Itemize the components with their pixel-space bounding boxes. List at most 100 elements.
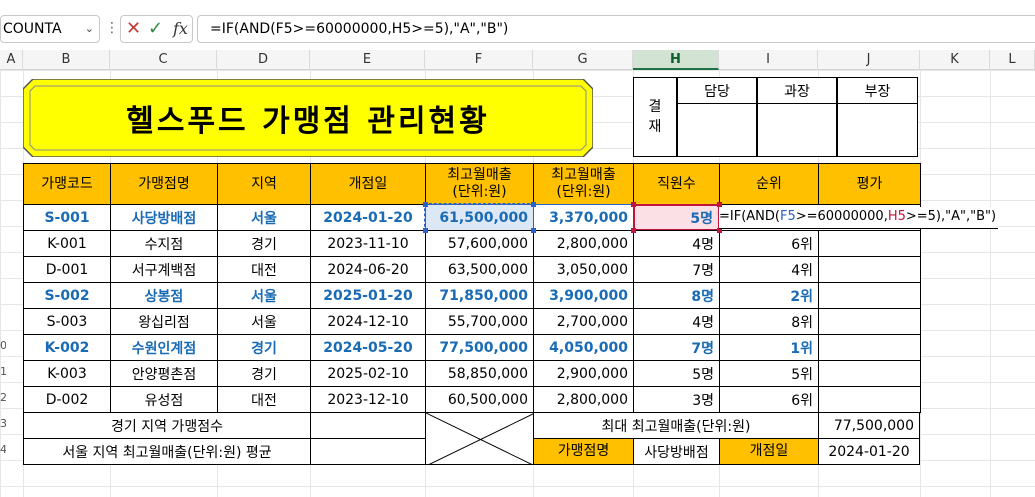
approval-sign-cell[interactable] xyxy=(757,103,837,157)
cell-code[interactable]: S-003 xyxy=(23,308,111,335)
approval-sign-cell[interactable] xyxy=(837,103,918,157)
column-header-j[interactable]: J xyxy=(818,50,920,70)
selection-handle[interactable] xyxy=(531,202,536,207)
selection-handle[interactable] xyxy=(531,228,536,233)
crossed-empty-cell[interactable] xyxy=(425,412,534,465)
cell-max-sales[interactable]: 55,700,000 xyxy=(425,308,534,335)
cell-max-sales[interactable]: 77,500,000 xyxy=(425,334,534,361)
cell-max-sales[interactable]: 63,500,000 xyxy=(425,256,534,283)
column-header-b[interactable]: B xyxy=(23,50,110,70)
row-number[interactable]: 0 xyxy=(0,339,6,352)
column-header-g[interactable]: G xyxy=(533,50,633,70)
cell-rank[interactable]: 6위 xyxy=(719,386,819,413)
cell-sales2[interactable]: 3,900,000 xyxy=(533,282,634,309)
cancel-icon[interactable]: ✕ xyxy=(126,18,141,40)
cell-grade[interactable] xyxy=(818,334,921,361)
cell-grade[interactable] xyxy=(818,308,921,335)
column-header-i[interactable]: I xyxy=(719,50,818,70)
cell-sales2[interactable]: 2,900,000 xyxy=(533,360,634,387)
cell-region[interactable]: 대전 xyxy=(217,256,311,283)
row-number[interactable]: 4 xyxy=(0,443,6,456)
cell-name[interactable]: 안양평촌점 xyxy=(110,360,218,387)
table-header-name[interactable]: 가맹점명 xyxy=(110,163,218,205)
column-header-c[interactable]: C xyxy=(110,50,217,70)
cell-max-sales[interactable]: 58,850,000 xyxy=(425,360,534,387)
cell-max-sales[interactable]: 60,500,000 xyxy=(425,386,534,413)
cell-code[interactable]: K-001 xyxy=(23,230,111,257)
cell-grade[interactable] xyxy=(818,256,921,283)
row-number[interactable]: 3 xyxy=(0,417,6,430)
cell-rank[interactable]: 6위 xyxy=(719,230,819,257)
chevron-down-icon[interactable]: ⌄ xyxy=(85,16,94,42)
cell-name[interactable]: 왕십리점 xyxy=(110,308,218,335)
cell-staff[interactable]: 4명 xyxy=(633,308,720,335)
cell-rank[interactable]: 5위 xyxy=(719,360,819,387)
cell-open[interactable]: 2023-11-10 xyxy=(310,230,426,257)
cell-code[interactable]: K-002 xyxy=(23,334,111,361)
table-header-rank[interactable]: 순위 xyxy=(719,163,819,205)
table-header-open-date[interactable]: 개점일 xyxy=(310,163,426,205)
cell-open[interactable]: 2025-01-20 xyxy=(310,282,426,309)
cell-rank[interactable]: 1위 xyxy=(719,334,819,361)
cell-region[interactable]: 서울 xyxy=(217,282,311,309)
name-box[interactable]: COUNTA ⌄ xyxy=(0,15,100,43)
column-header-k[interactable]: K xyxy=(920,50,990,70)
formula-input[interactable]: =IF(AND(F5>=60000000,H5>=5),"A","B") xyxy=(197,15,1035,43)
more-options-icon[interactable]: ⋮ xyxy=(105,15,119,43)
cell-rank[interactable]: 4위 xyxy=(719,256,819,283)
column-header-a[interactable]: A xyxy=(0,50,23,70)
cell-open[interactable]: 2024-12-10 xyxy=(310,308,426,335)
cell-open[interactable]: 2024-05-20 xyxy=(310,334,426,361)
table-header-grade[interactable]: 평가 xyxy=(818,163,921,205)
column-header-f[interactable]: F xyxy=(425,50,533,70)
column-header-l[interactable]: L xyxy=(990,50,1035,70)
max-sales-value[interactable]: 77,500,000 xyxy=(818,412,920,439)
cell-open[interactable]: 2023-12-10 xyxy=(310,386,426,413)
cell-name[interactable]: 서구계백점 xyxy=(110,256,218,283)
cell-sales2[interactable]: 2,800,000 xyxy=(533,230,634,257)
cell-open[interactable]: 2024-06-20 xyxy=(310,256,426,283)
cell-max-sales[interactable]: 61,500,000 xyxy=(424,203,535,232)
cell-sales2[interactable]: 3,050,000 xyxy=(533,256,634,283)
gyeonggi-count-value[interactable] xyxy=(310,412,426,439)
cell-sales2[interactable]: 2,800,000 xyxy=(533,386,634,413)
selection-handle[interactable] xyxy=(423,202,428,207)
selection-handle[interactable] xyxy=(631,202,636,207)
confirm-icon[interactable]: ✓ xyxy=(148,18,163,40)
cell-staff[interactable]: 5명 xyxy=(633,204,720,231)
cell-staff[interactable]: 3명 xyxy=(633,386,720,413)
cell-code[interactable]: D-001 xyxy=(23,256,111,283)
table-header-sales2[interactable]: 최고월매출 (단위:원) xyxy=(533,163,634,205)
cell-grade[interactable] xyxy=(818,386,921,413)
cell-name[interactable]: 수원인계점 xyxy=(110,334,218,361)
cell-sales2[interactable]: 2,700,000 xyxy=(533,308,634,335)
selection-handle[interactable] xyxy=(423,228,428,233)
table-header-region[interactable]: 지역 xyxy=(217,163,311,205)
approval-sign-cell[interactable] xyxy=(677,103,757,157)
cell-region[interactable]: 경기 xyxy=(217,334,311,361)
cell-region[interactable]: 대전 xyxy=(217,386,311,413)
cell-grade[interactable] xyxy=(818,282,921,309)
cell-code[interactable]: S-001 xyxy=(23,204,111,231)
cell-sales2[interactable]: 4,050,000 xyxy=(533,334,634,361)
cell-max-sales[interactable]: 57,600,000 xyxy=(425,230,534,257)
cell-code[interactable]: D-002 xyxy=(23,386,111,413)
lookup-open-value[interactable]: 2024-01-20 xyxy=(818,438,920,465)
cell-sales2[interactable]: 3,370,000 xyxy=(533,204,634,231)
column-header-e[interactable]: E xyxy=(310,50,425,70)
cell-region[interactable]: 서울 xyxy=(217,308,311,335)
cell-rank[interactable]: 2위 xyxy=(719,282,819,309)
table-header-max-sales[interactable]: 최고월매출 (단위:원) xyxy=(425,163,534,205)
cell-open[interactable]: 2025-02-10 xyxy=(310,360,426,387)
cell-grade[interactable] xyxy=(818,360,921,387)
cell-region[interactable]: 경기 xyxy=(217,230,311,257)
cell-edit-formula[interactable]: =IF(AND(F5>=60000000,H5>=5),"A","B") xyxy=(719,207,999,229)
cell-staff[interactable]: 4명 xyxy=(633,230,720,257)
cell-name[interactable]: 사당방배점 xyxy=(110,204,218,231)
cell-name[interactable]: 상봉점 xyxy=(110,282,218,309)
cell-grade[interactable] xyxy=(818,230,921,257)
cell-open[interactable]: 2024-01-20 xyxy=(310,204,426,231)
cell-staff[interactable]: 5명 xyxy=(633,360,720,387)
row-number[interactable]: 2 xyxy=(0,391,6,404)
cell-staff[interactable]: 7명 xyxy=(633,256,720,283)
